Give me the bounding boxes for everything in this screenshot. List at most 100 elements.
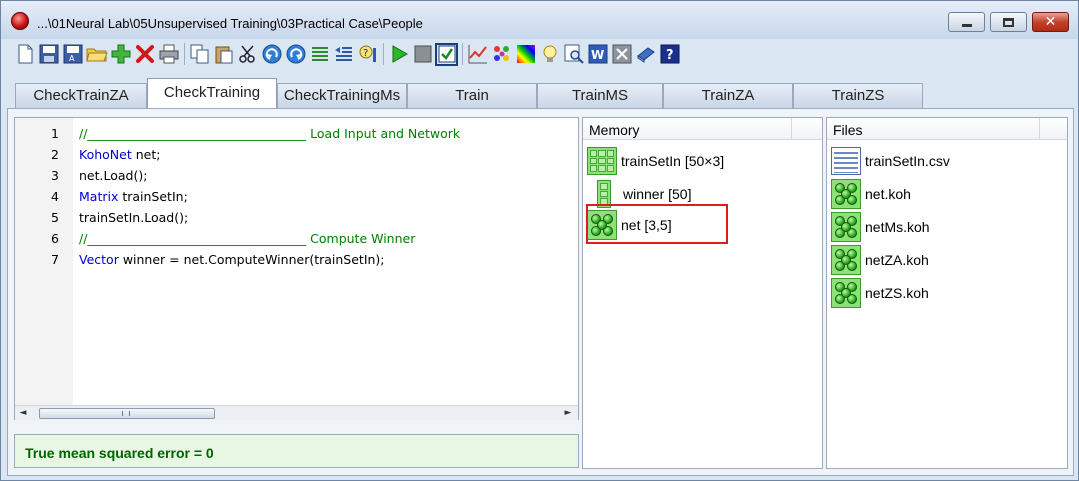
paste-button[interactable] [212, 43, 235, 66]
find-button[interactable] [562, 43, 585, 66]
plus-icon [111, 44, 130, 64]
tab-checktrainza[interactable]: CheckTrainZA [15, 83, 147, 108]
redo-button[interactable] [284, 43, 307, 66]
close-icon: ✕ [1044, 14, 1057, 30]
files-panel: Files trainSetIn.csv net.koh netMs.koh n… [826, 117, 1068, 469]
tab-checktraining[interactable]: CheckTraining [147, 78, 277, 108]
line-number: 1 [51, 126, 59, 141]
network-icon [831, 245, 861, 275]
scroll-right-icon[interactable]: ► [563, 408, 573, 418]
add-button[interactable] [109, 43, 132, 66]
excel-icon [612, 44, 631, 64]
tab-trainms[interactable]: TrainMS [537, 83, 663, 108]
minimize-button[interactable] [948, 12, 985, 32]
open-button[interactable] [85, 43, 108, 66]
close-button[interactable]: ✕ [1032, 12, 1069, 32]
outdent-icon [334, 47, 352, 61]
maximize-icon [1003, 17, 1014, 27]
play-icon [392, 45, 408, 63]
toolbar-separator [383, 43, 384, 65]
new-file-icon [18, 44, 32, 64]
check-button[interactable] [435, 42, 458, 66]
paste-icon [215, 46, 232, 64]
scroll-left-icon[interactable]: ◄ [18, 408, 28, 418]
line-number: 3 [51, 168, 59, 183]
color-spectrum-button[interactable] [514, 43, 537, 66]
tab-trainzs[interactable]: TrainZS [793, 83, 923, 108]
code-line[interactable]: net.Load(); [79, 168, 147, 183]
lines-format-icon [311, 47, 328, 61]
checkmark-icon [438, 45, 455, 63]
svg-text:A: A [69, 54, 75, 63]
code-line[interactable]: KohoNet net; [79, 147, 160, 162]
help-topic-button[interactable]: ? [356, 43, 379, 66]
undo-button[interactable] [260, 43, 283, 66]
magnifier-icon [564, 44, 584, 64]
tab-bar: CheckTrainZA CheckTraining CheckTraining… [15, 78, 1065, 108]
book-button[interactable] [634, 43, 657, 66]
save-button[interactable] [37, 43, 60, 66]
memory-header[interactable]: Memory [583, 118, 822, 140]
app-window: ...\01Neural Lab\05Unsupervised Training… [0, 0, 1079, 481]
outdent-button[interactable] [332, 43, 355, 66]
run-button[interactable] [387, 43, 410, 66]
code-line[interactable]: //___________________________________ Lo… [79, 126, 460, 141]
code-text: trainSetIn; [118, 189, 188, 204]
horizontal-scrollbar[interactable]: ◄ ► [15, 405, 578, 420]
lightbulb-icon [543, 45, 556, 62]
palette-button[interactable] [490, 43, 513, 66]
file-item-netzs-koh[interactable]: netZS.koh [831, 277, 929, 309]
code-keyword: Vector [79, 252, 119, 267]
book-icon [636, 47, 655, 63]
tab-train[interactable]: Train [407, 83, 537, 108]
network-icon [831, 278, 861, 308]
color-spectrum-icon [516, 45, 535, 63]
lightbulb-button[interactable] [538, 43, 561, 66]
files-header[interactable]: Files [827, 118, 1067, 140]
chart-icon [468, 45, 487, 64]
file-item-netza-koh[interactable]: netZA.koh [831, 244, 929, 276]
delete-button[interactable] [133, 43, 156, 66]
code-keyword: KohoNet [79, 147, 132, 162]
chart-button[interactable] [466, 43, 489, 66]
stop-icon [414, 45, 431, 63]
code-line[interactable]: Matrix trainSetIn; [79, 189, 188, 204]
title-bar[interactable]: ...\01Neural Lab\05Unsupervised Training… [1, 1, 1078, 39]
code-editor[interactable]: 1 //___________________________________ L… [14, 117, 579, 420]
print-button[interactable] [157, 43, 180, 66]
cut-button[interactable] [236, 43, 259, 66]
new-button[interactable] [13, 43, 36, 66]
file-item-net-koh[interactable]: net.koh [831, 178, 911, 210]
copy-button[interactable] [188, 43, 211, 66]
printer-icon [159, 44, 178, 64]
file-item-trainsetin-csv[interactable]: trainSetIn.csv [831, 145, 950, 177]
code-text: trainSetIn.Load(); [79, 210, 189, 225]
app-icon[interactable] [11, 12, 29, 30]
memory-item-trainsetin[interactable]: trainSetIn [50×3] [587, 145, 724, 177]
scrollbar-thumb[interactable] [39, 408, 215, 419]
excel-export-button[interactable] [610, 43, 633, 66]
help-button[interactable]: ? [658, 43, 681, 66]
maximize-button[interactable] [990, 12, 1027, 32]
memory-item-label: trainSetIn [50×3] [621, 153, 725, 169]
redo-icon [286, 44, 305, 64]
tab-trainza[interactable]: TrainZA [663, 83, 793, 108]
line-number: 6 [51, 231, 59, 246]
code-line[interactable]: Vector winner = net.ComputeWinner(trainS… [79, 252, 385, 267]
code-line[interactable]: //___________________________________ Co… [79, 231, 415, 246]
minimize-icon [961, 24, 972, 27]
code-text: net.Load(); [79, 168, 148, 183]
memory-panel: Memory trainSetIn [50×3] winner [50] net… [582, 117, 823, 469]
format-button[interactable] [308, 43, 331, 66]
tab-checktrainingms[interactable]: CheckTrainingMs [277, 83, 407, 108]
file-item-label: net.koh [865, 186, 911, 202]
stop-button[interactable] [411, 43, 434, 66]
file-item-netms-koh[interactable]: netMs.koh [831, 211, 930, 243]
delete-x-icon [135, 45, 154, 63]
svg-text:?: ? [666, 48, 674, 63]
file-item-label: netMs.koh [865, 219, 930, 235]
main-panel: 1 //___________________________________ L… [7, 108, 1074, 476]
word-export-button[interactable]: W [586, 43, 609, 66]
save-as-button[interactable]: A [61, 43, 84, 66]
code-line[interactable]: trainSetIn.Load(); [79, 210, 188, 225]
